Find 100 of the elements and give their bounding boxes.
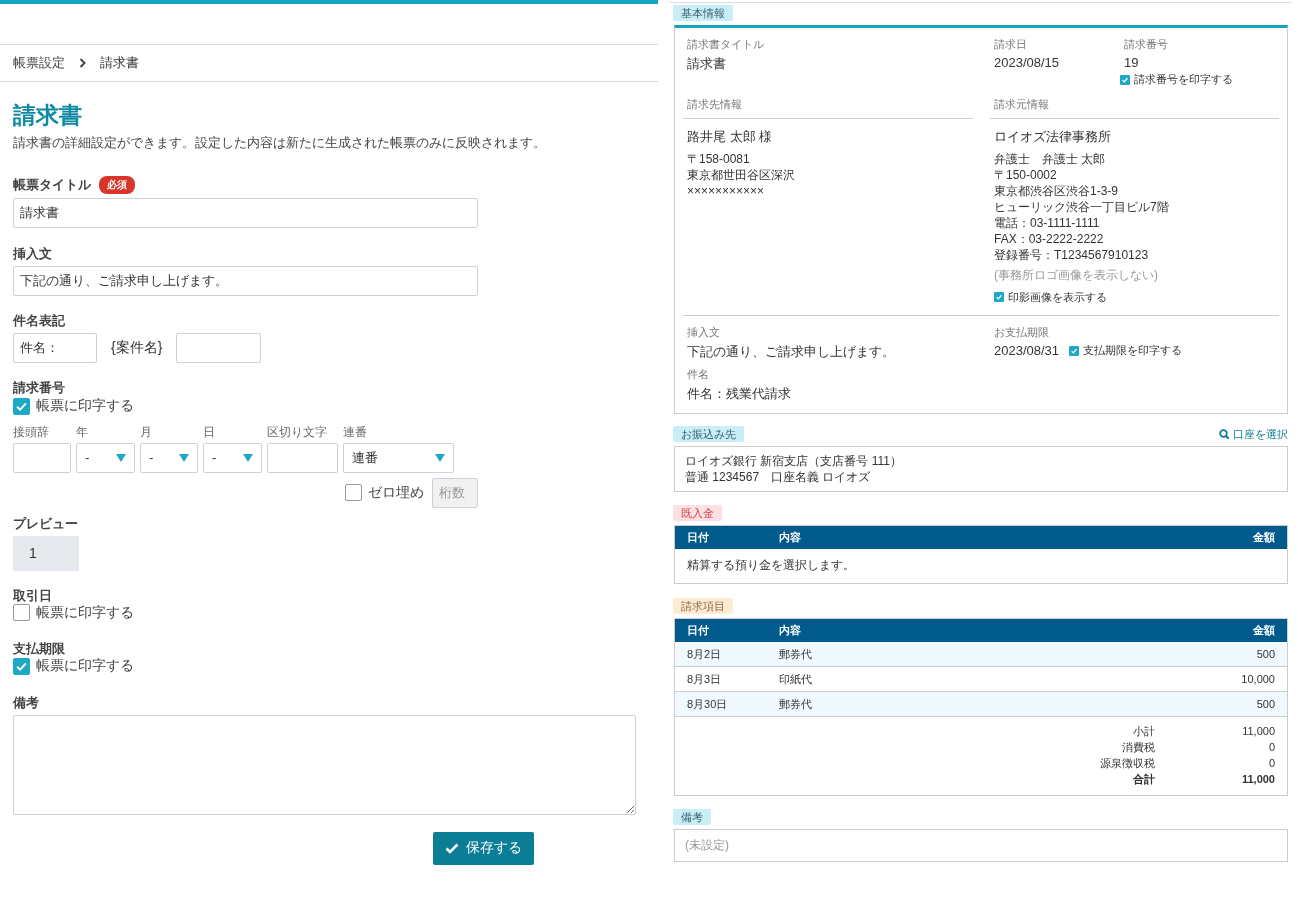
table-cell-text: 500 <box>1255 698 1275 710</box>
address-line: 弁護士 弁護士 太郎 <box>994 150 1107 167</box>
field-caption: 請求元情報 <box>993 97 1050 112</box>
address-line: 〒158-0081 <box>687 150 751 167</box>
search-icon <box>1219 429 1229 439</box>
preview-value: 1 <box>13 535 79 571</box>
field-caption: 件名 <box>686 368 710 382</box>
select-dropdown[interactable]: - <box>203 442 262 473</box>
check-icon <box>995 292 1003 302</box>
total-value: 11,000 <box>1240 772 1275 787</box>
required-badge: 必須 <box>99 176 135 194</box>
part-label: 年 <box>76 423 89 441</box>
part-label: 連番 <box>343 423 368 441</box>
field-label: 挿入文 <box>13 246 52 262</box>
address-line: ヒューリック渋谷一丁目ビル7階 <box>994 198 1170 215</box>
field-caption: 請求書タイトル <box>686 38 765 52</box>
notes-field[interactable] <box>13 714 636 815</box>
table-cell-text: 郵券代 <box>779 646 813 662</box>
total-label: 消費税 <box>1121 740 1155 755</box>
section-tag: 基本情報 <box>673 5 733 21</box>
breadcrumb-current: 請求書 <box>100 54 139 72</box>
checkbox-label: 帳票に印字する <box>36 657 134 675</box>
field-label: 支払期限 <box>13 641 65 657</box>
checkbox-label: 帳票に印字する <box>36 603 134 622</box>
checkbox[interactable] <box>1120 74 1130 85</box>
caret-icon <box>116 453 126 462</box>
breadcrumb-link[interactable]: 帳票設定 <box>13 54 65 72</box>
title-field[interactable]: 請求書 <box>13 198 478 228</box>
field-value: 下記の通り、ご請求申し上げます。 <box>686 343 896 361</box>
subject-suffix-field[interactable] <box>176 333 262 363</box>
select-account-link[interactable]: 口座を選択 <box>1219 426 1288 442</box>
page-description: 請求書の詳細設定ができます。設定した内容は新たに生成された帳票のみに反映されます。 <box>13 134 547 152</box>
table-cell-text: 印紙代 <box>779 671 813 687</box>
checkbox[interactable] <box>994 292 1004 302</box>
address-line: ××××××××××× <box>687 182 766 199</box>
field-value: 請求書 <box>686 55 727 73</box>
subject-prefix-field[interactable]: 件名： <box>13 333 97 363</box>
address-line: 東京都世田谷区深沢 <box>687 166 796 183</box>
caret-icon <box>179 453 189 462</box>
total-label: 源泉徴収税 <box>1099 756 1155 771</box>
field-value: 2023/08/15 <box>993 55 1061 70</box>
column-header: 内容 <box>779 623 802 638</box>
total-label: 小計 <box>1132 724 1155 739</box>
total-label: 合計 <box>1132 772 1155 787</box>
part-label: 日 <box>203 423 216 441</box>
total-value: 0 <box>1267 756 1275 771</box>
remarks-value: (未設定) <box>684 837 730 854</box>
field-caption: 請求日 <box>993 38 1028 52</box>
field-caption: 請求先情報 <box>686 97 743 112</box>
address-line: 東京都渋谷区渋谷1-3-9 <box>994 182 1119 199</box>
field-label: 帳票タイトル <box>13 177 91 193</box>
field-label: プレビュー <box>13 515 78 532</box>
part-label: 区切り文字 <box>267 423 328 441</box>
text-field[interactable] <box>13 442 71 473</box>
field-value: 2023/08/31 <box>993 343 1060 358</box>
checkbox-label: 印影画像を表示する <box>1008 289 1107 305</box>
select-dropdown[interactable]: - <box>140 442 198 473</box>
caret-icon <box>435 453 445 462</box>
field-caption: お支払期限 <box>993 326 1050 340</box>
column-header: 日付 <box>687 530 710 545</box>
field-label: 件名表記 <box>13 313 65 329</box>
total-value: 0 <box>1267 740 1275 755</box>
column-header: 金額 <box>1252 623 1275 638</box>
select-dropdown[interactable]: - <box>76 442 135 473</box>
page-title: 請求書 <box>13 101 83 130</box>
column-header: 内容 <box>779 530 802 545</box>
table-cell-text: 8月2日 <box>687 646 723 662</box>
checkbox-label: ゼロ埋め <box>368 483 424 502</box>
part-label: 接頭辞 <box>13 423 50 441</box>
table-cell-text: 10,000 <box>1240 673 1275 685</box>
section-tag: 既入金 <box>673 505 722 521</box>
total-value: 11,000 <box>1241 724 1275 739</box>
address-line: 〒150-0002 <box>994 166 1058 183</box>
section-tag: 請求項目 <box>673 598 733 614</box>
table-cell-text: 500 <box>1255 648 1275 660</box>
bank-line: 普通 1234567 口座名義 ロイオズ <box>685 469 872 485</box>
table-cell-text: 8月3日 <box>687 671 723 687</box>
checkbox[interactable] <box>13 397 30 415</box>
field-label: 取引日 <box>13 587 52 604</box>
section-tag: 備考 <box>673 809 711 825</box>
table-cell-text: 郵券代 <box>779 696 813 712</box>
checkbox[interactable] <box>13 657 30 675</box>
address-line: 登録番号：T1234567910123 <box>994 246 1150 263</box>
section-tag: お振込み先 <box>673 426 744 442</box>
checkbox-label: 帳票に印字する <box>36 397 134 415</box>
field-value: 19 <box>1123 55 1140 70</box>
select-dropdown[interactable]: 連番 <box>343 442 454 473</box>
part-label: 月 <box>140 423 153 441</box>
field-label: 備考 <box>13 694 39 711</box>
field-caption: 請求番号 <box>1123 38 1169 52</box>
checkbox-label: 支払期限を印字する <box>1083 343 1183 358</box>
recipient-name: 路井尾 太郎 様 <box>686 127 774 146</box>
text-field[interactable] <box>267 442 338 473</box>
checkbox[interactable] <box>13 604 30 621</box>
checkbox-label: 請求番号を印字する <box>1134 72 1233 87</box>
checkbox[interactable] <box>1069 345 1080 356</box>
save-button[interactable]: 保存する <box>433 831 534 865</box>
insert-text-field[interactable]: 下記の通り、ご請求申し上げます。 <box>13 266 478 296</box>
checkbox[interactable] <box>345 484 362 501</box>
address-line: FAX：03-2222-2222 <box>994 230 1105 247</box>
